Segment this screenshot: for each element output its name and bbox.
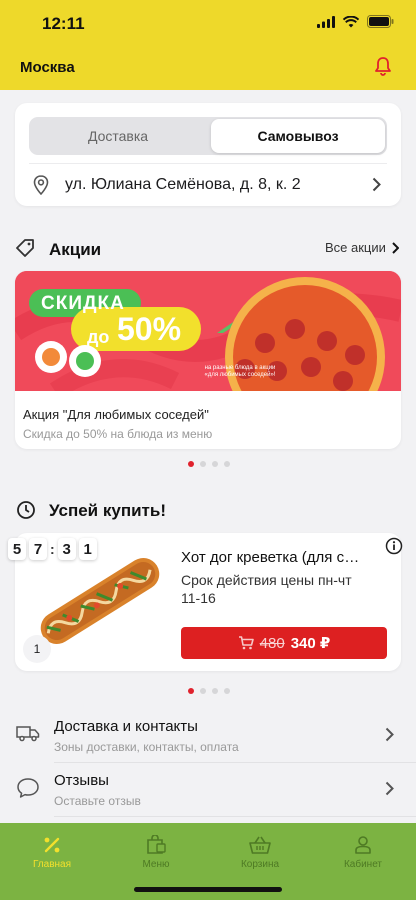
chevron-right-icon [392,241,399,254]
address-text: ул. Юлиана Семёнова, д. 8, к. 2 [65,175,301,193]
pager-dot[interactable] [212,461,218,467]
promo-item-subtitle: Скидка до 50% на блюда из меню [23,427,213,441]
pager-dot[interactable] [188,461,194,467]
city-selector[interactable]: Москва [20,59,75,76]
timer-digit: 5 [8,538,26,560]
reviews-subtitle: Оставьте отзыв [54,794,141,808]
cart-icon [238,636,254,650]
bell-icon[interactable] [374,56,392,76]
tab-menu-label: Меню [142,859,170,870]
pager-dot[interactable] [200,461,206,467]
info-icon[interactable] [385,537,403,555]
truck-icon [16,726,40,742]
chevron-right-icon [372,177,381,192]
home-indicator [134,887,282,892]
timer-digit: 3 [57,538,76,560]
user-icon [355,836,371,854]
reviews-row[interactable]: Отзывы Оставьте отзыв [0,763,416,817]
deal-item-period: Срок действия цены пн-чт 11-16 [181,572,352,606]
top-bar: 12:11 Москва [0,0,416,90]
status-icons [317,15,394,28]
tab-cart[interactable]: Корзина [220,835,300,870]
speech-bubble-icon [17,778,39,798]
delivery-contacts-row[interactable]: Доставка и контакты Зоны доставки, конта… [0,709,416,763]
all-promos-link[interactable]: Все акции [325,240,399,255]
basket-icon [249,836,271,854]
tab-account-label: Кабинет [343,859,383,870]
wifi-icon [343,15,359,27]
delivery-option[interactable]: Доставка [31,119,205,153]
promo-badge-value: 50% [117,311,182,347]
tag-icon [16,239,34,257]
old-price: 480 [259,634,285,652]
promo-card[interactable]: СКИДКА до 50% на разные блюда в акции «д… [15,271,401,449]
promo-banner: СКИДКА до 50% на разные блюда в акции «д… [15,271,401,391]
pager-dot[interactable] [224,461,230,467]
delivery-contacts-subtitle: Зоны доставки, контакты, оплата [54,740,239,754]
quantity-badge: 1 [23,635,51,663]
pickup-option[interactable]: Самовывоз [211,119,385,153]
delivery-mode-switch: Доставка Самовывоз [29,117,387,155]
address-row[interactable]: ул. Юлиана Семёнова, д. 8, к. 2 [29,163,387,205]
status-time: 12:11 [42,14,85,33]
deals-title: Успей купить! [49,501,166,520]
pager-dot[interactable] [200,688,206,694]
pager-dot[interactable] [224,688,230,694]
promo-badge-top: СКИДКА [41,293,125,314]
location-pin-icon [33,174,49,195]
tab-home[interactable]: Главная [12,835,92,870]
percent-icon [44,837,60,853]
pager-dot[interactable] [212,688,218,694]
tab-home-label: Главная [32,859,72,870]
all-promos-label: Все акции [325,240,386,255]
delivery-contacts-title: Доставка и контакты [54,718,198,735]
timer-icon [17,501,35,519]
promos-pager [188,461,230,467]
pager-dot[interactable] [188,688,194,694]
timer-separator: : [50,541,55,557]
chevron-right-icon [385,781,394,796]
battery-icon [367,15,394,28]
deals-pager [188,688,230,694]
tab-cart-label: Корзина [240,859,280,870]
timer-digit: 7 [29,538,47,560]
promo-badge-prefix: до [87,327,110,347]
row-divider [54,816,416,817]
add-to-cart-button[interactable]: 480 340 ₽ [181,627,387,659]
timer-digit: 1 [78,538,97,560]
promo-banner-note: на разные блюда в акции «для любимых сос… [204,365,276,378]
new-price: 340 ₽ [290,635,331,652]
reviews-title: Отзывы [54,772,109,789]
chevron-right-icon [385,727,394,742]
delivery-card: Доставка Самовывоз ул. Юлиана Семёнова, … [15,103,401,206]
deal-item-name: Хот дог креветка (для сосе... [181,549,367,566]
countdown-timer: 5 7 : 3 1 [8,538,97,560]
signal-icon [317,15,335,28]
promos-title: Акции [49,240,102,259]
menu-bag-icon [147,835,166,854]
tab-menu[interactable]: Меню [116,835,196,870]
promo-item-title: Акция "Для любимых соседей" [23,407,209,422]
tab-account[interactable]: Кабинет [323,835,403,870]
